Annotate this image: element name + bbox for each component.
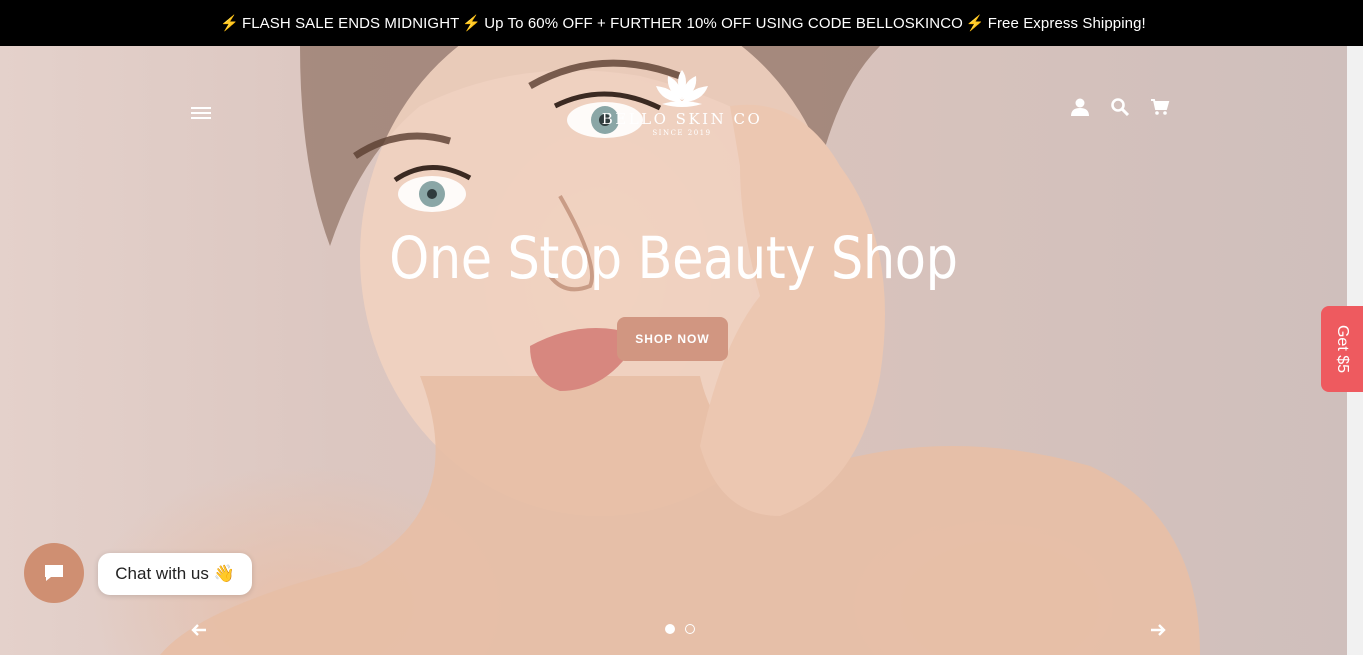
hero-headline: One Stop Beauty Shop bbox=[389, 224, 958, 292]
slide-previous-arrow-icon[interactable] bbox=[189, 620, 209, 640]
slide-dot-2[interactable] bbox=[685, 624, 695, 634]
slide-pagination bbox=[665, 624, 695, 634]
logo-brand-text: BELLO SKIN CO bbox=[601, 110, 763, 128]
header-icons bbox=[1068, 96, 1172, 118]
shop-now-button[interactable]: SHOP NOW bbox=[617, 317, 728, 361]
lightning-icon: ⚡ bbox=[220, 15, 239, 32]
chat-with-us-bubble[interactable]: Chat with us 👋 bbox=[98, 553, 252, 595]
hamburger-menu-icon[interactable] bbox=[189, 104, 213, 124]
slide-next-arrow-icon[interactable] bbox=[1148, 620, 1168, 640]
logo-since-text: SINCE 2019 bbox=[652, 129, 712, 137]
slide-dot-1[interactable] bbox=[665, 624, 675, 634]
announcement-flash-sale: FLASH SALE ENDS MIDNIGHT bbox=[241, 14, 460, 32]
search-icon[interactable] bbox=[1108, 96, 1132, 118]
cart-icon[interactable] bbox=[1148, 96, 1172, 118]
lotus-icon bbox=[656, 70, 708, 107]
account-icon[interactable] bbox=[1068, 96, 1092, 118]
get-5-dollars-label: Get $5 bbox=[1334, 324, 1351, 374]
lightning-icon: ⚡ bbox=[462, 15, 482, 32]
get-5-dollars-tab[interactable]: Get $5 bbox=[1321, 306, 1363, 392]
chat-icon bbox=[45, 565, 63, 581]
announcement-discount: Up To 60% OFF + FURTHER 10% OFF USING CO… bbox=[484, 14, 963, 32]
announcement-bar: ⚡ FLASH SALE ENDS MIDNIGHT ⚡ Up To 60% O… bbox=[0, 0, 1363, 46]
site-logo[interactable]: BELLO SKIN CO SINCE 2019 bbox=[590, 68, 774, 148]
announcement-shipping: Free Express Shipping! bbox=[987, 14, 1146, 32]
lightning-icon: ⚡ bbox=[965, 15, 985, 32]
chat-launcher-button[interactable] bbox=[24, 543, 84, 603]
